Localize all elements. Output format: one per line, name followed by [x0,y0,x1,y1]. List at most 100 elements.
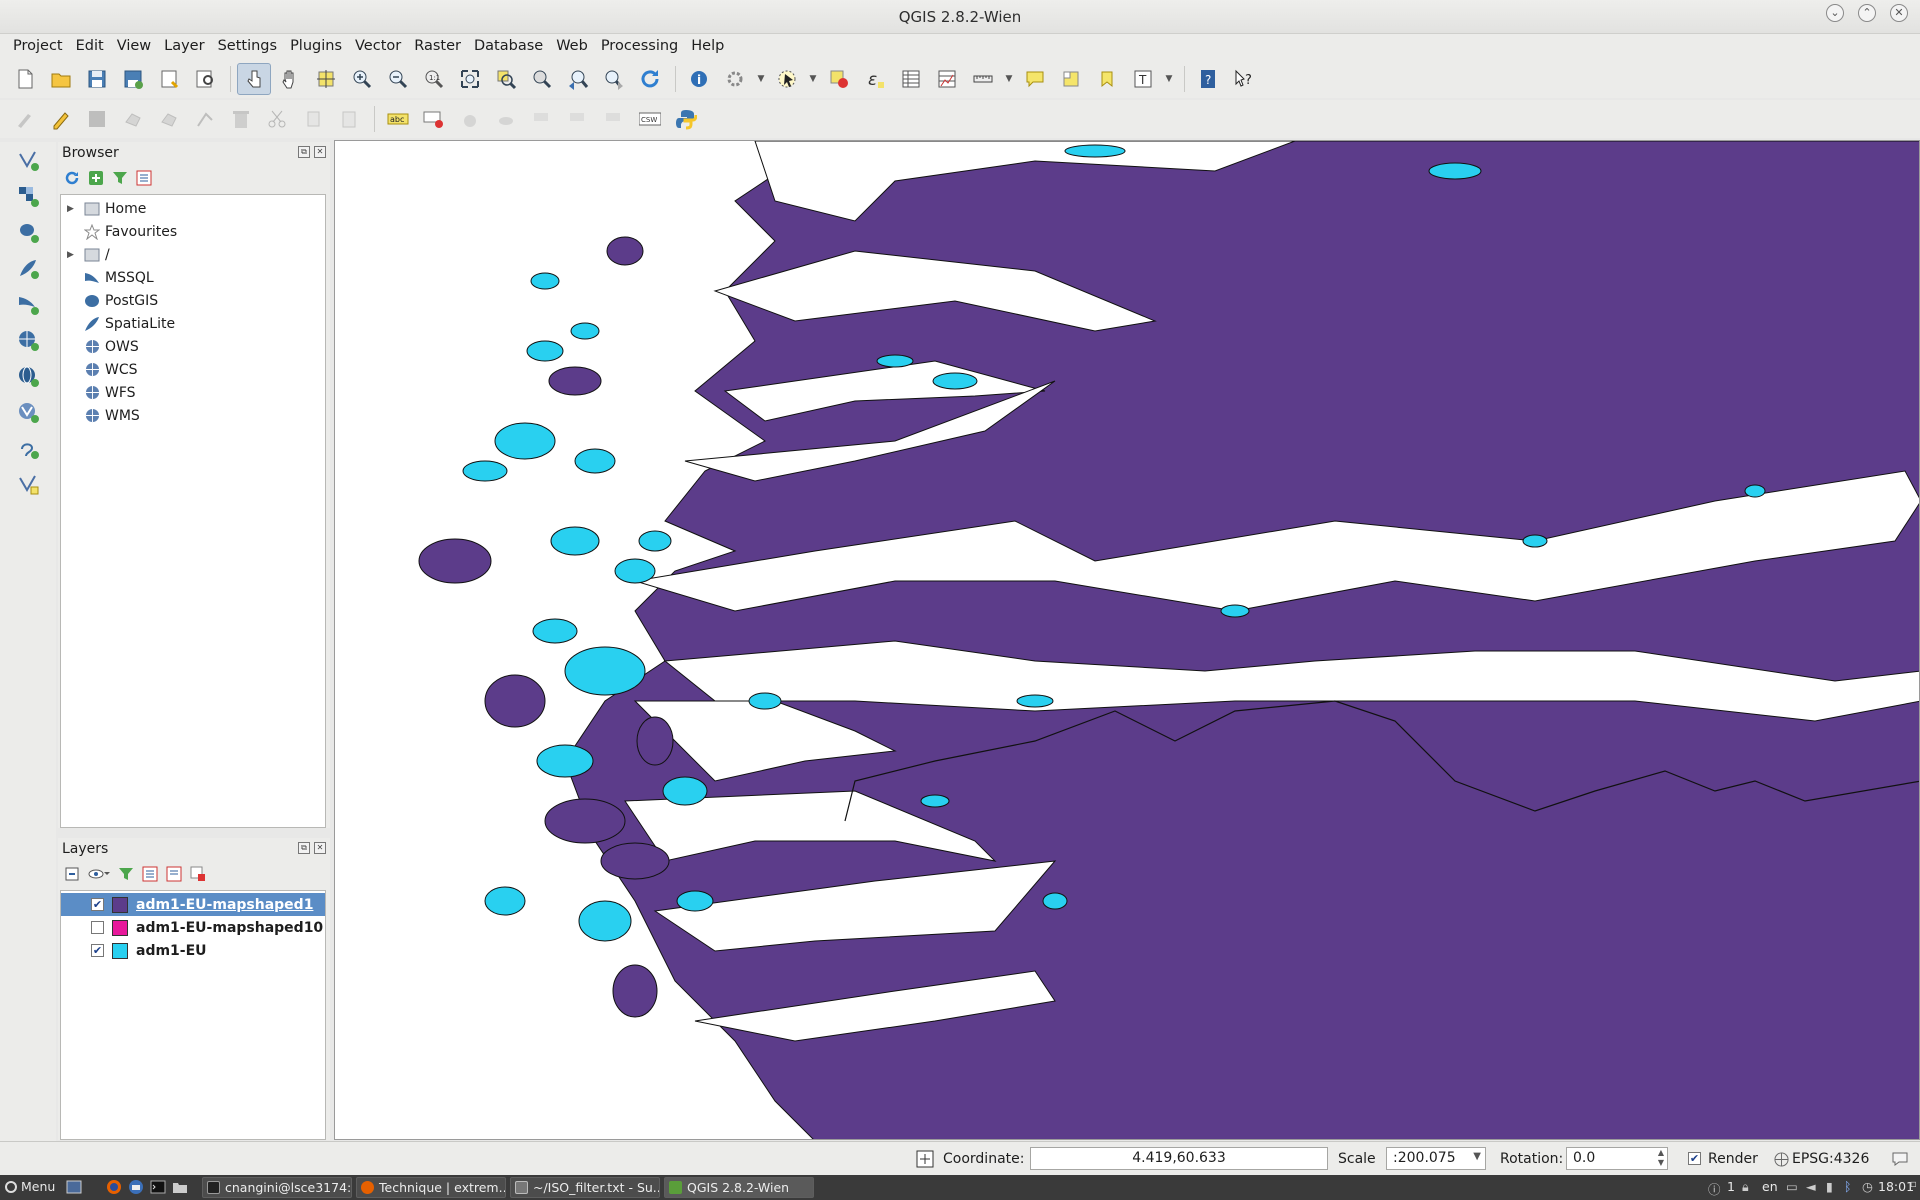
zoom-last-button[interactable] [561,63,595,95]
add-wfs-layer-button[interactable] [8,394,48,430]
keyboard-layout[interactable]: en [1762,1179,1778,1194]
crs-globe-icon[interactable] [1774,1152,1789,1167]
select-features-button[interactable] [770,63,804,95]
menu-layer[interactable]: Layer [157,34,210,60]
add-postgis-layer-button[interactable] [8,214,48,250]
add-vector-layer-button[interactable] [8,142,48,178]
browser-item-wms[interactable]: WMS [61,404,325,427]
taskbar-task-firefox[interactable]: Technique | extrem... [356,1177,506,1198]
highlight-labels-button[interactable] [453,103,487,135]
bluetooth-icon[interactable]: ᛒ [1844,1179,1852,1194]
show-desktop-icon[interactable] [66,1180,82,1194]
expand-arrow-icon[interactable]: ▶ [67,204,79,214]
network-icon[interactable]: ▭ [1786,1179,1798,1194]
csw-button[interactable]: CSW [633,103,667,135]
crs-label[interactable]: EPSG:4326 [1792,1151,1869,1167]
terminal-icon[interactable] [150,1179,166,1195]
taskbar-task-editor[interactable]: ~/ISO_filter.txt - Su... [510,1177,660,1198]
new-bookmark-button[interactable] [1054,63,1088,95]
layers-close-button[interactable]: ✕ [314,842,326,854]
collapse-tree-icon[interactable] [166,866,182,882]
paste-features-button[interactable] [332,103,366,135]
layer-item[interactable]: ✔ adm1-EU [61,939,325,962]
identify-features-button[interactable]: i [682,63,716,95]
run-action-button[interactable] [718,63,752,95]
add-selected-layers-icon[interactable] [88,170,104,186]
menu-view[interactable]: View [110,34,157,60]
current-edits-button[interactable] [8,103,42,135]
new-print-composer-button[interactable] [152,63,186,95]
python-console-button[interactable] [669,103,703,135]
zoom-full-button[interactable] [453,63,487,95]
show-hide-labels-button[interactable] [489,103,523,135]
layer-labeling-button[interactable]: abc [381,103,415,135]
new-shapefile-layer-button[interactable] [8,466,48,502]
new-project-button[interactable] [8,63,42,95]
add-feature-button[interactable] [116,103,150,135]
workspace-indicator[interactable]: 1 [1727,1179,1735,1194]
expand-all-icon[interactable] [64,866,80,882]
refresh-icon[interactable] [64,170,80,186]
show-desktop-corner[interactable]: ▫ [1910,1179,1917,1190]
browser-item-home[interactable]: ▶ Home [61,197,325,220]
browser-item-mssql[interactable]: MSSQL [61,266,325,289]
add-spatialite-layer-button[interactable] [8,250,48,286]
collapse-all-icon[interactable] [136,170,152,186]
move-feature-button[interactable] [152,103,186,135]
save-project-button[interactable] [80,63,114,95]
help-contents-button[interactable]: ? [1191,63,1225,95]
run-action-dropdown[interactable]: ▼ [754,63,768,95]
pan-map-button[interactable] [273,63,307,95]
text-annotation-button[interactable]: T [1126,63,1160,95]
close-button[interactable]: ✕ [1890,4,1908,22]
open-project-button[interactable] [44,63,78,95]
browser-item-ows[interactable]: OWS [61,335,325,358]
firefox-icon[interactable] [106,1179,122,1195]
render-checkbox[interactable]: ✔ [1688,1152,1701,1165]
measure-line-button[interactable] [966,63,1000,95]
menu-vector[interactable]: Vector [348,34,407,60]
menu-settings[interactable]: Settings [211,34,283,60]
add-mssql-layer-button[interactable] [8,286,48,322]
pan-to-selection-button[interactable] [309,63,343,95]
menu-processing[interactable]: Processing [594,34,684,60]
remove-layer-icon[interactable] [190,866,206,882]
layer-item[interactable]: ✔ adm1-EU-mapshaped1 [61,893,325,916]
pin-labels-button[interactable] [417,103,451,135]
volume-icon[interactable]: ◄ [1806,1179,1816,1194]
menu-edit[interactable]: Edit [69,34,110,60]
zoom-to-layer-button[interactable] [525,63,559,95]
map-canvas[interactable] [334,140,1920,1140]
add-wms-layer-button[interactable] [8,322,48,358]
browser-item-wcs[interactable]: WCS [61,358,325,381]
zoom-next-button[interactable] [597,63,631,95]
select-dropdown[interactable]: ▼ [806,63,820,95]
thunderbird-icon[interactable] [128,1179,144,1195]
taskbar-task-qgis[interactable]: QGIS 2.8.2-Wien [664,1177,814,1198]
browser-float-button[interactable]: ⧉ [298,146,310,158]
filter-icon[interactable] [112,170,128,186]
browser-item-spatialite[interactable]: SpatiaLite [61,312,325,335]
menu-project[interactable]: Project [6,34,69,60]
refresh-button[interactable] [633,63,667,95]
rotate-label-button[interactable] [561,103,595,135]
browser-item-root[interactable]: ▶ / [61,243,325,266]
cut-features-button[interactable] [260,103,294,135]
taskbar-task-terminal[interactable]: cnangini@lsce3174:... [202,1177,352,1198]
zoom-to-selection-button[interactable] [489,63,523,95]
save-edits-button[interactable] [80,103,114,135]
node-tool-button[interactable] [188,103,222,135]
expand-arrow-icon[interactable]: ▶ [67,250,79,260]
menu-help[interactable]: Help [684,34,730,60]
deselect-features-button[interactable] [822,63,856,95]
menu-plugins[interactable]: Plugins [283,34,348,60]
touch-zoom-pan-button[interactable] [237,63,271,95]
coordinate-toggle-icon[interactable] [916,1150,934,1168]
layer-visibility-checkbox[interactable] [91,921,104,934]
layer-visibility-checkbox[interactable]: ✔ [91,944,104,957]
measure-dropdown[interactable]: ▼ [1002,63,1016,95]
maximize-button[interactable]: ⌃ [1858,4,1876,22]
layer-visibility-checkbox[interactable]: ✔ [91,898,104,911]
zoom-native-button[interactable]: 1:1 [417,63,451,95]
notification-icon[interactable]: ⓘ [1708,1179,1721,1198]
